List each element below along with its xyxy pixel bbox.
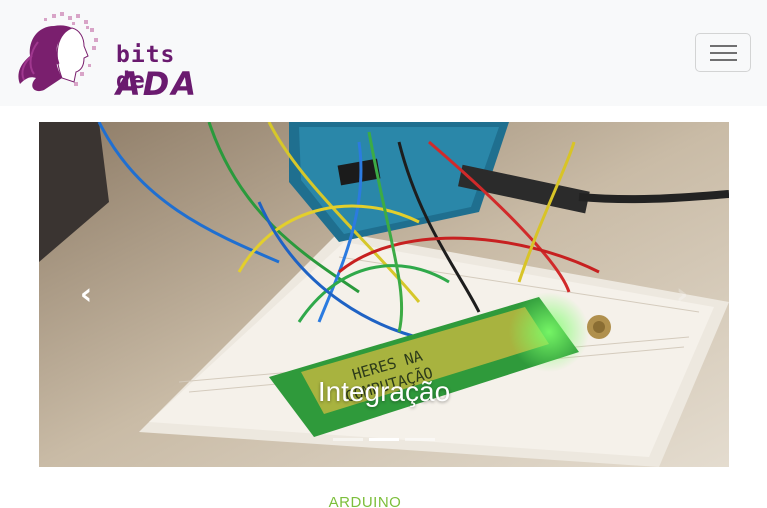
carousel-indicator-3[interactable] — [405, 438, 435, 441]
carousel-indicator-2[interactable] — [369, 438, 399, 441]
brand-logo[interactable]: bits de ADA — [14, 12, 204, 103]
carousel-slide-image: HERES NA COMPUTAÇÃO — [39, 122, 729, 467]
navbar-toggler-button[interactable] — [695, 33, 751, 72]
ada-silhouette-logo-icon — [18, 12, 98, 92]
chevron-right-icon: › — [675, 277, 689, 312]
navbar: bits de ADA — [0, 0, 767, 106]
carousel-next-button[interactable]: › — [657, 272, 707, 322]
chevron-left-icon: ‹ — [79, 277, 93, 312]
brand-line-2: ADA — [116, 65, 199, 103]
carousel-indicator-1[interactable] — [333, 438, 363, 441]
carousel-indicators — [333, 437, 435, 443]
carousel-prev-button[interactable]: ‹ — [61, 272, 111, 322]
carousel-caption: Integração — [317, 376, 451, 407]
image-carousel[interactable]: HERES NA COMPUTAÇÃO ‹ › Integração — [39, 122, 729, 467]
post-category-link[interactable]: ARDUINO — [0, 494, 730, 508]
